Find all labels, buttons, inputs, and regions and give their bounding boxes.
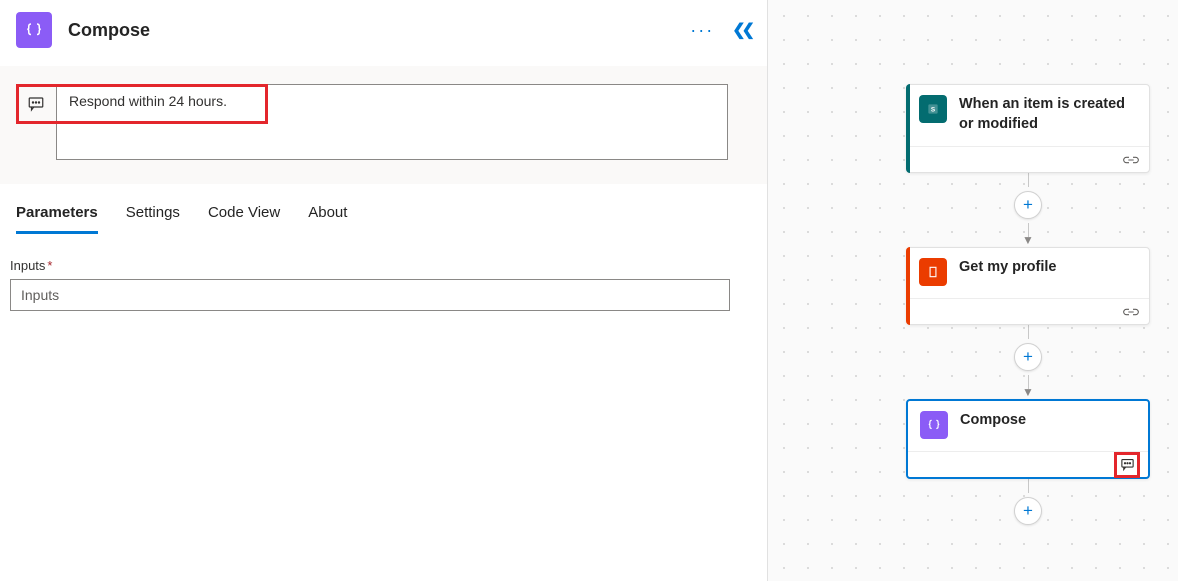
flow-card-trigger[interactable]: S When an item is created or modified [906,84,1150,173]
flow-card-get-profile[interactable]: Get my profile [906,247,1150,325]
code-braces-icon [16,12,52,48]
link-icon [1123,306,1139,318]
panel-title: Compose [68,20,690,41]
note-field[interactable]: Respond within 24 hours. [56,84,728,160]
inputs-label-text: Inputs [10,258,45,273]
svg-text:S: S [931,106,936,113]
card-accent [906,84,910,173]
comment-icon[interactable] [1120,457,1135,472]
connector-line [1028,325,1029,339]
inputs-label: Inputs* [10,258,723,273]
required-marker: * [47,258,52,273]
connector-line [1028,173,1029,187]
card-footer [907,298,1149,324]
parameters-form: Inputs* [0,234,767,311]
tab-settings[interactable]: Settings [126,204,180,234]
card-footer [908,451,1148,477]
arrow-down-icon: ▼ [1022,233,1034,247]
tab-about[interactable]: About [308,204,347,234]
add-step-button[interactable]: + [1014,497,1042,525]
add-step-button[interactable]: + [1014,191,1042,219]
panel-header: Compose ··· ❮❮ [0,0,767,66]
connector-line [1028,479,1029,493]
flow-column: S When an item is created or modified + … [906,84,1150,529]
collapse-panel-button[interactable]: ❮❮ [732,20,751,40]
header-actions: ··· ❮❮ [690,20,751,41]
tab-code-view[interactable]: Code View [208,204,280,234]
flow-canvas[interactable]: S When an item is created or modified + … [768,0,1178,581]
tab-parameters[interactable]: Parameters [16,204,98,234]
arrow-down-icon: ▼ [1022,385,1034,399]
tabs: Parameters Settings Code View About [0,184,767,234]
inputs-field[interactable] [10,279,730,311]
link-icon [1123,154,1139,166]
note-section: Respond within 24 hours. [0,66,767,184]
add-step-button[interactable]: + [1014,343,1042,371]
sharepoint-icon: S [919,95,947,123]
card-accent [906,247,910,325]
card-title: Get my profile [959,258,1057,278]
more-actions-button[interactable]: ··· [690,20,714,41]
card-title: Compose [960,411,1026,431]
note-highlight-box [1114,452,1140,478]
properties-panel: Compose ··· ❮❮ Respond within 24 hours. … [0,0,768,581]
flow-card-compose[interactable]: Compose [906,399,1150,479]
office-icon [919,258,947,286]
comment-icon [27,95,45,113]
card-footer [907,146,1149,172]
code-braces-icon [920,411,948,439]
card-title: When an item is created or modified [959,95,1137,134]
